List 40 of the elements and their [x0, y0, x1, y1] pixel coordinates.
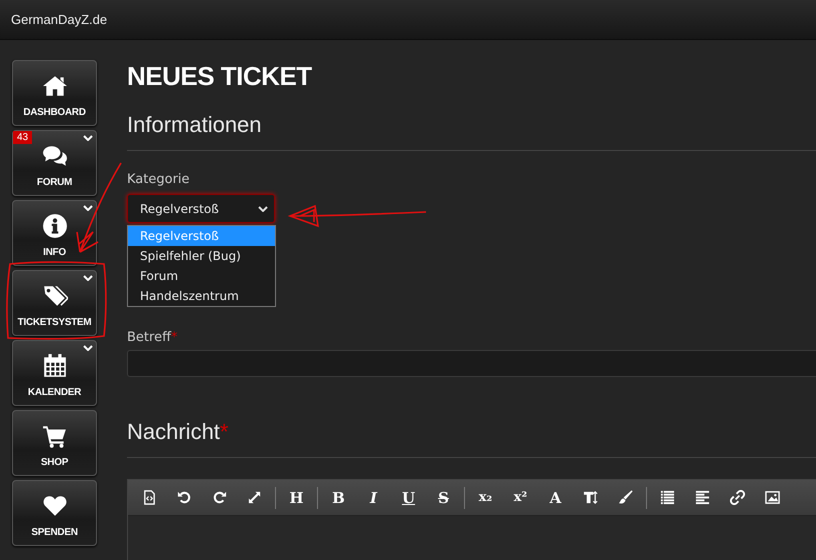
link-icon — [730, 490, 745, 505]
nav-button[interactable]: INFO — [12, 200, 97, 266]
dropdown-option[interactable]: Spielfehler (Bug) — [128, 246, 275, 266]
list-icon — [660, 490, 675, 505]
format-button[interactable]: A — [538, 484, 573, 512]
section-heading: Informationen — [127, 111, 263, 139]
site-title[interactable]: GermanDayZ.de — [11, 12, 108, 27]
nav-button[interactable]: 43 FORUM — [12, 130, 97, 196]
redo-icon — [212, 490, 227, 505]
page-title: NEUES TICKET — [127, 60, 313, 93]
nav-button[interactable]: KALENDER — [12, 340, 97, 406]
image-icon — [765, 490, 780, 505]
calendar-icon — [42, 353, 68, 379]
undo-icon — [177, 490, 192, 505]
nav-button[interactable]: SPENDEN — [12, 480, 97, 546]
format-button[interactable]: x² — [503, 484, 538, 512]
nav-button[interactable]: TICKETSYSTEM — [12, 270, 97, 336]
format-button[interactable]: H — [279, 484, 314, 512]
section-heading: Nachricht* — [127, 418, 230, 446]
expand-icon — [247, 490, 262, 505]
chevron-icon — [258, 206, 268, 212]
nav-button[interactable]: DASHBOARD — [12, 60, 97, 126]
align-left-icon — [695, 490, 710, 505]
field-label: Kategorie — [127, 172, 191, 187]
dropdown-option[interactable]: Handelszentrum — [128, 286, 275, 306]
format-button[interactable]: I — [356, 484, 391, 512]
category-select[interactable]: Regelverstoß — [127, 194, 275, 223]
subject-input[interactable] — [127, 350, 816, 377]
nav-button[interactable]: SHOP — [12, 410, 97, 476]
field-label: Betreff* — [127, 330, 179, 345]
count-badge: 43 — [13, 131, 32, 144]
dropdown-option[interactable]: Forum — [128, 266, 275, 286]
code-file-icon — [142, 490, 157, 505]
format-button[interactable]: S — [426, 484, 461, 512]
text-height-icon — [583, 490, 598, 505]
format-button[interactable]: B — [321, 484, 356, 512]
brush-icon — [618, 490, 633, 505]
format-button[interactable]: x₂ — [468, 484, 503, 512]
format-button[interactable]: U — [391, 484, 426, 512]
info-icon — [42, 213, 68, 239]
